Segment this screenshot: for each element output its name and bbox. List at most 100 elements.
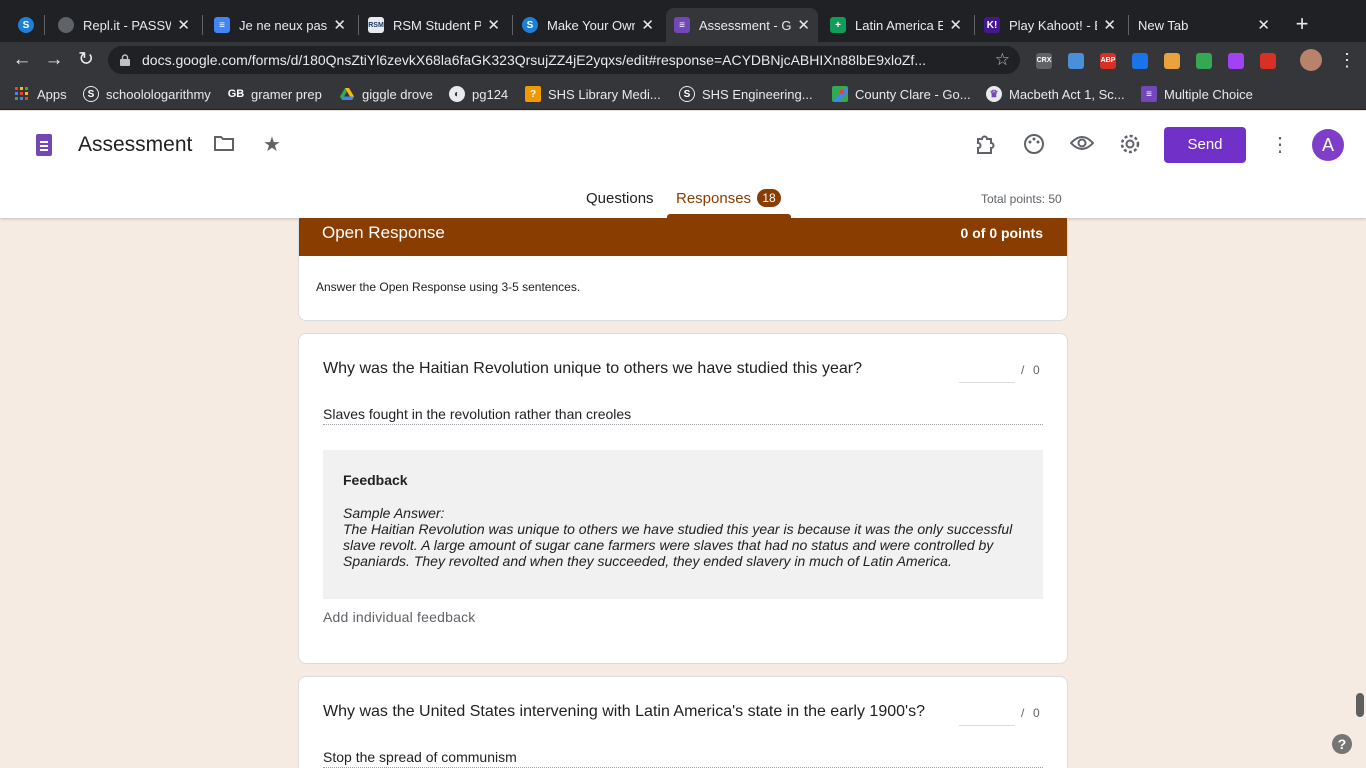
tab-title: Play Kahoot! - E: [1009, 17, 1098, 33]
rsm-icon: RSM: [368, 17, 384, 33]
close-tab-icon[interactable]: ✕: [1103, 16, 1116, 34]
profile-avatar[interactable]: [1300, 49, 1322, 71]
extension-icon[interactable]: [1132, 53, 1148, 69]
close-tab-icon[interactable]: ✕: [333, 16, 346, 34]
responses-count-badge: 18: [757, 189, 781, 207]
browser-tabstrip: S Repl.it - PASSW ✕ ≡ Je ne neux pas ✕ R…: [0, 0, 1366, 42]
extension-icon[interactable]: [1228, 53, 1244, 69]
bookmark-pg124[interactable]: ◐ pg124: [449, 85, 508, 103]
response-answer: Slaves fought in the revolution rather t…: [323, 406, 1043, 425]
bookmark-macbeth[interactable]: ♛ Macbeth Act 1, Sc...: [986, 85, 1125, 103]
schoology-icon: S: [679, 86, 695, 102]
bookmark-label: SHS Library Medi...: [548, 86, 661, 102]
forward-arrow-icon[interactable]: →: [40, 46, 68, 74]
extension-icon[interactable]: [1164, 53, 1180, 69]
extension-icon[interactable]: [1260, 53, 1276, 69]
bookmark-giggle-drove[interactable]: giggle drove: [339, 85, 433, 103]
star-icon[interactable]: ★: [260, 133, 284, 157]
new-tab-button[interactable]: +: [1290, 10, 1314, 38]
close-tab-icon[interactable]: ✕: [487, 16, 500, 34]
tab-replit[interactable]: Repl.it - PASSW ✕: [50, 8, 198, 42]
tab-google-doc[interactable]: ≡ Je ne neux pas ✕: [206, 8, 354, 42]
responses-content: Open Response 0 of 0 points Answer the O…: [0, 218, 1366, 768]
tab-kahoot[interactable]: K! Play Kahoot! - E ✕: [976, 8, 1124, 42]
close-tab-icon[interactable]: ✕: [177, 16, 190, 34]
bookmarks-bar: Apps S schoolologarithmy GB gramer prep …: [0, 78, 1366, 110]
bookmark-shs-engineering[interactable]: S SHS Engineering...: [679, 85, 813, 103]
form-title[interactable]: Assessment: [78, 133, 192, 157]
schoology-icon: S: [83, 86, 99, 102]
tab-title: Repl.it - PASSW: [83, 17, 172, 33]
tab-make-your-own[interactable]: S Make Your Own ✕: [514, 8, 662, 42]
tab-new-tab[interactable]: New Tab ✕: [1130, 8, 1278, 42]
bookmark-multiple-choice[interactable]: ≡ Multiple Choice: [1141, 85, 1253, 103]
score-max: 0: [1033, 706, 1040, 720]
gb-icon: GB: [227, 88, 245, 100]
reload-icon[interactable]: ↻: [72, 46, 100, 74]
extension-icon[interactable]: CRX: [1036, 53, 1052, 69]
close-tab-icon[interactable]: ✕: [641, 16, 654, 34]
bookmark-label: Multiple Choice: [1164, 86, 1253, 102]
browser-toolbar: ← → ↻ docs.google.com/forms/d/180QnsZtiY…: [0, 42, 1366, 78]
forms-header: Assessment ★ Send ⋮ A Questions Response…: [0, 111, 1366, 218]
macbeth-icon: ♛: [986, 86, 1002, 102]
scrollbar-thumb[interactable]: [1356, 693, 1364, 717]
tab-assessment[interactable]: ≡ Assessment - G ✕: [666, 8, 818, 42]
extension-icon[interactable]: ABP: [1100, 53, 1116, 69]
section-title: Open Response: [322, 223, 445, 242]
score-input[interactable]: [959, 362, 1015, 383]
settings-gear-icon[interactable]: [1118, 133, 1142, 157]
bookmark-label: gramer prep: [251, 86, 322, 102]
folder-icon[interactable]: [212, 133, 236, 157]
tab-latin-america[interactable]: + Latin America E ✕: [822, 8, 970, 42]
bookmark-star-icon[interactable]: ☆: [995, 50, 1010, 70]
library-icon: ?: [525, 86, 541, 102]
account-avatar[interactable]: A: [1312, 129, 1344, 161]
bookmark-county-clare[interactable]: County Clare - Go...: [832, 85, 971, 103]
tab-separator: [44, 15, 45, 35]
help-icon[interactable]: ?: [1332, 734, 1352, 754]
bookmark-label: pg124: [472, 86, 509, 102]
score-slash: /: [1021, 706, 1025, 720]
apps-grid-icon: [14, 86, 30, 102]
google-drive-icon: [339, 86, 355, 102]
bookmark-apps[interactable]: Apps: [14, 85, 67, 103]
bookmark-label: Macbeth Act 1, Sc...: [1009, 86, 1125, 102]
feedback-heading: Feedback: [343, 472, 408, 488]
chrome-menu-icon[interactable]: ⋮: [1338, 50, 1356, 71]
preview-eye-icon[interactable]: [1069, 133, 1095, 157]
close-tab-icon[interactable]: ✕: [1257, 16, 1270, 34]
tab-separator: [1128, 15, 1129, 35]
close-tab-icon[interactable]: ✕: [949, 16, 962, 34]
section-points: 0 of 0 points: [960, 225, 1043, 241]
bookmark-gramer-prep[interactable]: GB gramer prep: [228, 85, 322, 103]
feedback-sample-answer: The Haitian Revolution was unique to oth…: [343, 521, 1013, 569]
more-options-icon[interactable]: ⋮: [1268, 133, 1292, 157]
tab-questions[interactable]: Questions: [586, 190, 654, 207]
tab-title: Make Your Own: [547, 17, 636, 33]
tab-separator: [974, 15, 975, 35]
tab-rsm[interactable]: RSM RSM Student Po ✕: [360, 8, 508, 42]
url-text: docs.google.com/forms/d/180QnsZtiYl6zevk…: [142, 52, 926, 68]
send-button[interactable]: Send: [1164, 127, 1246, 163]
tab-responses[interactable]: Responses: [676, 190, 751, 207]
tab-title: RSM Student Po: [393, 17, 482, 33]
section-card: Open Response 0 of 0 points Answer the O…: [298, 218, 1068, 321]
google-forms-logo-icon[interactable]: [36, 134, 52, 156]
address-bar[interactable]: docs.google.com/forms/d/180QnsZtiYl6zevk…: [108, 46, 1020, 74]
add-individual-feedback-button[interactable]: Add individual feedback: [323, 609, 475, 625]
addons-puzzle-icon[interactable]: [974, 133, 998, 157]
bookmark-label: schoolologarithmy: [106, 86, 211, 102]
bookmark-label: SHS Engineering...: [702, 86, 813, 102]
extension-icon[interactable]: [1196, 53, 1212, 69]
google-docs-icon: ≡: [214, 17, 230, 33]
bookmark-shs-library[interactable]: ? SHS Library Medi...: [525, 85, 661, 103]
extension-icon[interactable]: [1068, 53, 1084, 69]
question-card: Why was the United States intervening wi…: [298, 676, 1068, 768]
bookmark-schoolologarithmy[interactable]: S schoolologarithmy: [83, 85, 211, 103]
palette-icon[interactable]: [1022, 133, 1046, 157]
close-tab-icon[interactable]: ✕: [797, 16, 810, 34]
score-input[interactable]: [959, 705, 1015, 726]
schoology-tab[interactable]: S: [10, 8, 44, 42]
back-arrow-icon[interactable]: ←: [8, 46, 36, 74]
